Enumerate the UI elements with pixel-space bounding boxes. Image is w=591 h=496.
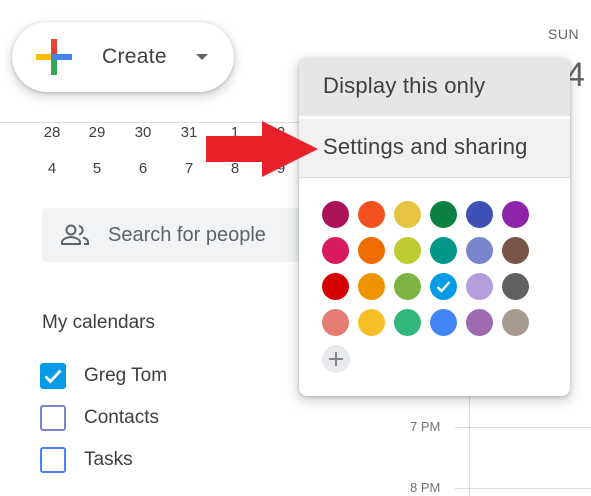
grid-hour-line — [455, 488, 591, 489]
people-icon — [61, 224, 89, 245]
color-swatch[interactable] — [502, 273, 529, 300]
calendar-item-greg-tom[interactable]: Greg Tom — [40, 359, 300, 393]
color-swatch[interactable] — [358, 309, 385, 336]
colored-plus-icon — [36, 39, 72, 75]
calendar-item-label: Greg Tom — [84, 365, 168, 386]
color-swatch[interactable] — [322, 237, 349, 264]
mini-calendar-day[interactable]: 31 — [174, 124, 204, 141]
menu-item-label: Settings and sharing — [323, 134, 528, 159]
color-swatch[interactable] — [394, 201, 421, 228]
grid-hour-line — [455, 427, 591, 428]
menu-item-label: Display this only — [323, 73, 486, 98]
check-icon — [436, 281, 451, 293]
add-custom-color-button[interactable] — [322, 345, 350, 373]
red-arrow-icon — [206, 121, 318, 177]
color-swatch[interactable] — [502, 201, 529, 228]
calendar-item-contacts[interactable]: Contacts — [40, 401, 300, 435]
color-swatch[interactable] — [358, 201, 385, 228]
menu-item-settings-and-sharing[interactable]: Settings and sharing — [299, 119, 570, 177]
color-swatch[interactable] — [502, 309, 529, 336]
create-button[interactable]: Create — [12, 22, 234, 92]
plus-icon — [329, 352, 343, 366]
color-swatch[interactable] — [394, 309, 421, 336]
my-calendars-title[interactable]: My calendars — [42, 312, 155, 334]
mini-calendar-day[interactable]: 6 — [128, 160, 158, 177]
mini-calendar-day[interactable]: 30 — [128, 124, 158, 141]
mini-calendar-day[interactable]: 5 — [82, 160, 112, 177]
checkbox-checked[interactable] — [40, 363, 66, 389]
time-label: 8 PM — [410, 480, 441, 495]
color-swatch[interactable] — [466, 201, 493, 228]
color-swatch[interactable] — [322, 273, 349, 300]
menu-item-display-this-only[interactable]: Display this only — [299, 58, 570, 116]
color-swatch[interactable] — [430, 237, 457, 264]
color-swatch[interactable] — [322, 309, 349, 336]
color-swatch[interactable] — [358, 237, 385, 264]
checkbox-unchecked[interactable] — [40, 447, 66, 473]
search-people-placeholder: Search for people — [108, 224, 266, 246]
calendar-item-label: Contacts — [84, 407, 159, 428]
calendar-item-tasks[interactable]: Tasks — [40, 443, 300, 477]
color-swatch[interactable] — [502, 237, 529, 264]
color-swatch[interactable] — [466, 309, 493, 336]
menu-divider — [299, 177, 570, 178]
mini-calendar-day[interactable]: 4 — [37, 160, 67, 177]
mini-calendar-day[interactable]: 29 — [82, 124, 112, 141]
color-swatch[interactable] — [394, 237, 421, 264]
color-swatch[interactable] — [430, 273, 457, 300]
color-swatch[interactable] — [430, 309, 457, 336]
color-swatch[interactable] — [430, 201, 457, 228]
color-swatch[interactable] — [466, 237, 493, 264]
check-icon — [44, 369, 62, 384]
checkbox-unchecked[interactable] — [40, 405, 66, 431]
color-swatch[interactable] — [322, 201, 349, 228]
color-swatch[interactable] — [358, 273, 385, 300]
color-swatch[interactable] — [394, 273, 421, 300]
caret-down-icon[interactable] — [196, 54, 208, 60]
calendar-item-label: Tasks — [84, 449, 133, 470]
time-label: 7 PM — [410, 419, 441, 434]
create-button-label: Create — [102, 45, 167, 68]
calendar-options-menu: Display this only Settings and sharing — [299, 58, 570, 396]
day-of-week-label: SUN — [548, 26, 580, 42]
color-swatch[interactable] — [466, 273, 493, 300]
search-people-input[interactable]: Search for people — [42, 208, 300, 262]
mini-calendar-day[interactable]: 7 — [174, 160, 204, 177]
mini-calendar-day[interactable]: 28 — [37, 124, 67, 141]
